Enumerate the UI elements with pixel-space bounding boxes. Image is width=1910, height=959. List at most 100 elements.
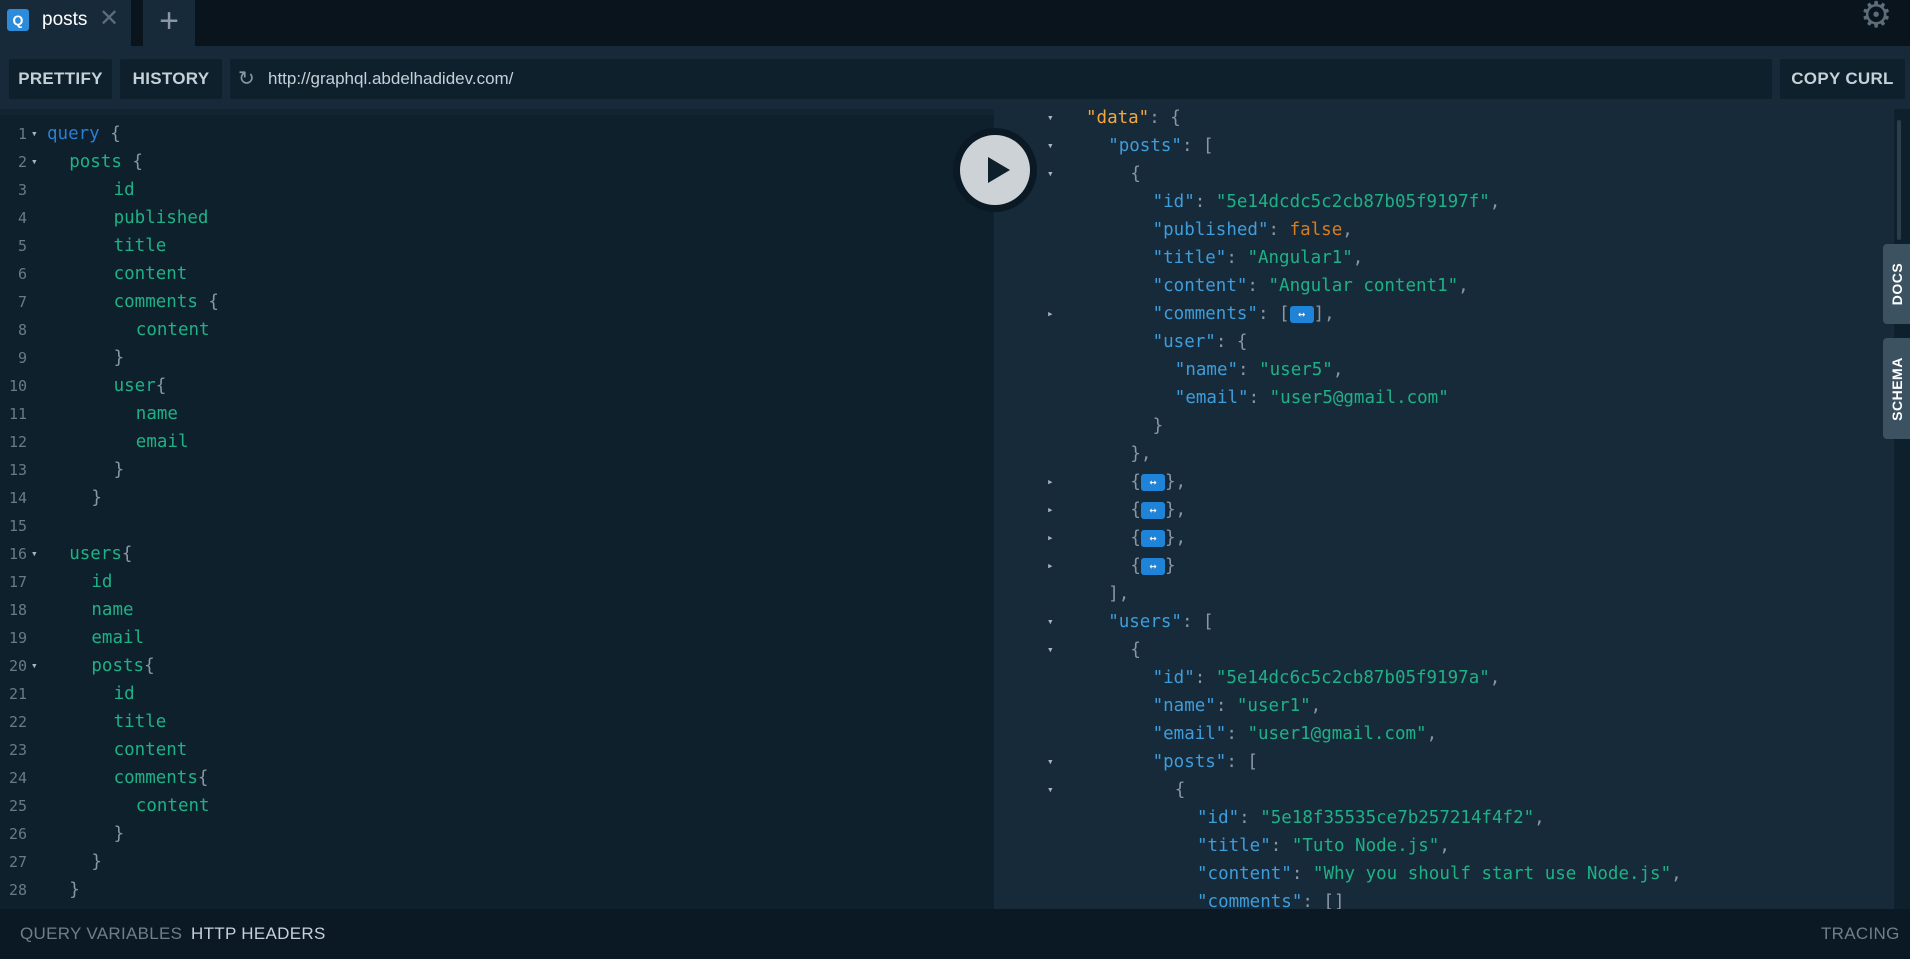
gear-icon[interactable]: ⚙ [1860,0,1892,33]
code-punct: } [91,852,102,872]
collapse-arrow-icon[interactable]: ▾ [1047,160,1054,188]
json-key: "id" [1152,192,1195,212]
collapse-arrow-icon[interactable]: ▾ [1047,608,1054,636]
code-field: name [91,600,134,620]
result-line: "user": { [994,328,1874,356]
query-variables-tab[interactable]: QUERY VARIABLES [20,924,182,944]
json-punct: , [1489,668,1501,688]
code-field: content [135,320,210,340]
query-editor[interactable]: 1 ▾ query {2 ▾ posts {3 id 4 published 5 title 6 co… [0,109,994,909]
code-text: title [114,708,167,736]
collapse-arrow-icon[interactable]: ▾ [1047,748,1054,776]
json-punct: : [1194,192,1216,212]
result-line: "title": "Tuto Node.js", [994,832,1874,860]
json-text: "users": [ [1108,608,1213,636]
result-line: "title": "Angular1", [994,244,1874,272]
expand-collapsed-button[interactable]: ↔ [1289,305,1314,323]
docs-tab[interactable]: DOCS [1883,244,1910,324]
result-line: ▾{ [994,160,1874,188]
add-tab-button[interactable]: + [143,0,195,46]
expand-arrow-icon[interactable]: ▸ [1047,496,1054,524]
refresh-icon[interactable]: ↻ [238,68,255,90]
expand-collapsed-button[interactable]: ↔ [1140,529,1165,547]
json-text: }, [1130,440,1151,468]
code-punct: } [113,824,125,844]
fold-arrow-icon[interactable]: ▾ [31,540,38,568]
json-text: "email": "user5@gmail.com" [1175,384,1449,412]
json-text: "user": { [1153,328,1248,356]
json-text: "content": "Angular content1", [1153,272,1469,300]
code-text: query { [47,120,121,148]
execute-query-button[interactable] [953,128,1037,212]
expand-arrow-icon[interactable]: ▸ [1047,468,1054,496]
expand-collapsed-button[interactable]: ↔ [1140,501,1165,519]
json-string: "user5@gmail.com" [1269,388,1449,408]
line-number: 27 [8,853,27,871]
json-punct: { [1130,472,1141,492]
code-punct: { [197,768,209,788]
fold-arrow-icon[interactable]: ▾ [31,652,38,680]
code-field: email [91,628,145,648]
prettify-button[interactable]: PRETTIFY [9,59,112,99]
code-field: users [69,544,122,564]
result-line: ▾ "data": { [994,109,1874,132]
expand-collapsed-button[interactable]: ↔ [1140,473,1165,491]
history-button[interactable]: HISTORY [120,59,222,99]
json-text: } [1153,412,1164,440]
code-text: content [114,736,188,764]
code-text: email [136,428,189,456]
copy-curl-button[interactable]: COPY CURL [1780,59,1905,99]
json-punct: }, [1164,500,1187,520]
code-field: comments [113,292,198,312]
json-punct: }, [1130,444,1152,464]
result-viewer[interactable]: ▾ "data": {▾ "posts": [▾{"id": "5e14dcdc5c… [994,109,1894,909]
json-punct: : [1238,360,1260,380]
code-text: } [114,344,125,372]
json-punct: : [1215,696,1237,716]
json-punct: : { [1149,109,1181,128]
code-text: email [91,624,144,652]
json-punct: ], [1108,584,1130,604]
endpoint-url-text[interactable]: http://graphql.abdelhadidev.com/ [268,69,513,89]
line-number: 12 [8,433,27,451]
result-line: ▾ "users": [ [994,608,1874,636]
collapse-arrow-icon[interactable]: ▾ [1047,109,1054,132]
line-number: 20 [8,657,27,675]
collapse-arrow-icon[interactable]: ▾ [1047,776,1054,804]
tab-title: posts [42,9,88,30]
fold-arrow-icon[interactable]: ▾ [31,120,38,148]
expand-arrow-icon[interactable]: ▸ [1047,552,1054,580]
line-number: 15 [8,517,27,535]
result-line: "id": "5e14dcdc5c2cb87b05f9197f", [994,188,1874,216]
code-punct: { [155,376,167,396]
result-line: ▸ {↔}, [994,524,1874,552]
results-scrollbar[interactable] [1897,120,1901,240]
tab-posts[interactable]: Q posts ✕ [0,0,131,46]
json-key: "title" [1197,836,1271,856]
expand-arrow-icon[interactable]: ▸ [1047,300,1054,328]
schema-tab[interactable]: SCHEMA [1883,338,1910,439]
line-number: 11 [8,405,27,423]
expand-arrow-icon[interactable]: ▸ [1047,524,1054,552]
json-punct: { [1130,556,1141,576]
line-number: 17 [8,573,27,591]
result-line: "id": "5e14dc6c5c2cb87b05f9197a", [994,664,1874,692]
json-text: "comments": [↔], [1153,300,1335,328]
code-text: users{ [69,540,132,568]
http-headers-tab[interactable]: HTTP HEADERS [191,924,326,944]
json-punct: { [1130,500,1141,520]
code-text: name [91,596,133,624]
collapse-arrow-icon[interactable]: ▾ [1047,636,1054,664]
expand-collapsed-button[interactable]: ↔ [1140,557,1165,575]
code-punct: { [99,124,121,144]
code-field: posts [91,656,145,676]
collapse-arrow-icon[interactable]: ▾ [1047,132,1054,160]
close-icon[interactable]: ✕ [99,7,119,31]
endpoint-url-input[interactable]: ↻ http://graphql.abdelhadidev.com/ [230,59,1772,99]
tracing-tab[interactable]: TRACING [1821,924,1900,944]
fold-arrow-icon[interactable]: ▾ [31,148,38,176]
code-text: published [114,204,209,232]
line-number: 5 [17,237,27,255]
code-text: user{ [114,372,167,400]
play-circle[interactable] [960,135,1030,205]
